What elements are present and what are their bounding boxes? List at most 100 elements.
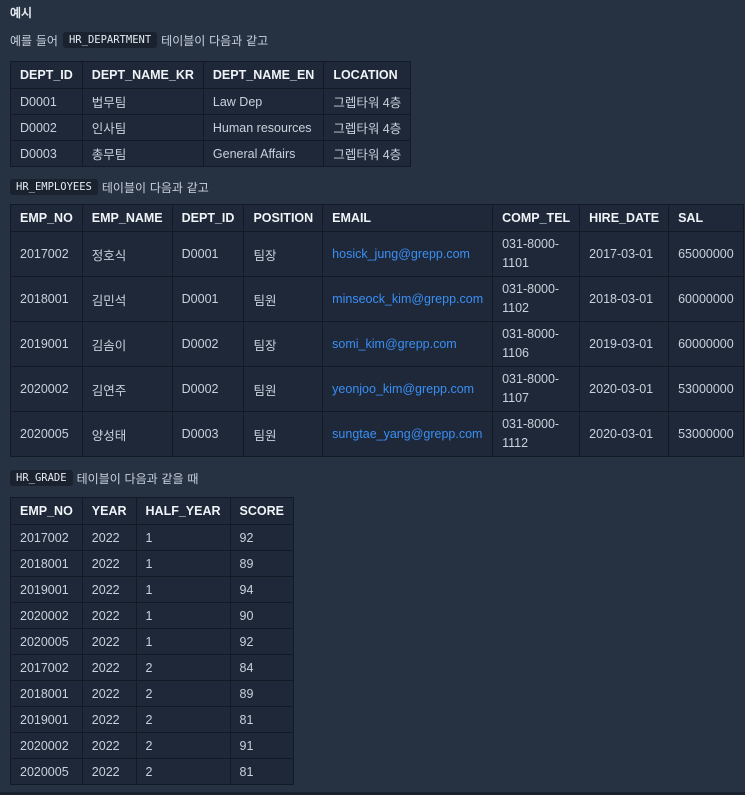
table-row: 2019001 김솜이 D0002 팀장 somi_kim@grepp.com 031-8… bbox=[10, 321, 744, 367]
emp-cell: D0001 bbox=[171, 231, 245, 277]
table-row: 2018001 2022 1 89 bbox=[10, 550, 295, 577]
emp-cell: 정호식 bbox=[81, 231, 173, 277]
dept-cell: 그렙타워 4층 bbox=[323, 88, 412, 115]
dept-cell: 인사팀 bbox=[81, 114, 204, 141]
grade-cell: 2018001 bbox=[10, 550, 83, 577]
emp-header-cell: EMP_NO bbox=[10, 204, 83, 232]
grade-cell: 1 bbox=[135, 524, 231, 551]
email-link[interactable]: yeonjoo_kim@grepp.com bbox=[332, 382, 474, 396]
grade-cell: 2018001 bbox=[10, 680, 83, 707]
grade-cell: 81 bbox=[229, 758, 295, 785]
dept-header-cell: DEPT_NAME_KR bbox=[81, 61, 204, 89]
grade-header-cell: SCORE bbox=[229, 497, 295, 525]
dept-header-cell: DEPT_ID bbox=[10, 61, 83, 89]
emp-cell: 65000000 bbox=[668, 231, 744, 277]
example-heading: 예시 bbox=[10, 6, 33, 20]
emp-cell: 60000000 bbox=[668, 321, 744, 367]
grade-cell: 2019001 bbox=[10, 576, 83, 603]
emp-cell: 2018-03-01 bbox=[579, 276, 670, 322]
grade-cell: 2020005 bbox=[10, 758, 83, 785]
emp-header-cell: HIRE_DATE bbox=[579, 204, 670, 232]
grade-cell: 89 bbox=[229, 550, 295, 577]
emp-cell: 양성태 bbox=[81, 411, 173, 457]
emp-table-code: HR_EMPLOYEES bbox=[10, 179, 98, 195]
grade-header-cell: YEAR bbox=[81, 497, 137, 525]
dept-cell: General Affairs bbox=[202, 140, 325, 167]
emp-cell: 2017-03-01 bbox=[579, 231, 670, 277]
email-link[interactable]: hosick_jung@grepp.com bbox=[332, 247, 470, 261]
grade-cell: 1 bbox=[135, 550, 231, 577]
table-row: 2019001 2022 2 81 bbox=[10, 706, 295, 733]
grade-cell: 2022 bbox=[81, 628, 137, 655]
dept-table: DEPT_ID DEPT_NAME_KR DEPT_NAME_EN LOCATION … bbox=[10, 61, 412, 167]
emp-header-cell: COMP_TEL bbox=[492, 204, 581, 232]
emp-cell: 2020005 bbox=[10, 411, 83, 457]
grade-cell: 2 bbox=[135, 680, 231, 707]
emp-cell: D0003 bbox=[171, 411, 245, 457]
dept-table-header-row: DEPT_ID DEPT_NAME_KR DEPT_NAME_EN LOCATION bbox=[10, 61, 412, 89]
table-row: 2020002 2022 1 90 bbox=[10, 602, 295, 629]
grade-table-code: HR_GRADE bbox=[10, 470, 73, 486]
table-row: 2020002 2022 2 91 bbox=[10, 732, 295, 759]
emp-cell: D0001 bbox=[171, 276, 245, 322]
grade-cell: 81 bbox=[229, 706, 295, 733]
emp-cell: D0002 bbox=[171, 366, 245, 412]
table-row: 2018001 김민석 D0001 팀원 minseock_kim@grepp.com 0… bbox=[10, 276, 744, 322]
emp-cell: 031-8000-1107 bbox=[492, 366, 581, 412]
emp-cell: 031-8000-1102 bbox=[492, 276, 581, 322]
grade-cell: 92 bbox=[229, 524, 295, 551]
emp-table-header-row: EMP_NO EMP_NAME DEPT_ID POSITION EMAIL COMP_T… bbox=[10, 204, 744, 232]
emp-cell: 2020-03-01 bbox=[579, 366, 670, 412]
emp-cell: minseock_kim@grepp.com bbox=[322, 276, 494, 322]
grade-cell: 2 bbox=[135, 732, 231, 759]
grade-cell: 2 bbox=[135, 654, 231, 681]
emp-intro-suffix: 테이블이 다음과 같고 bbox=[101, 180, 209, 195]
email-link[interactable]: minseock_kim@grepp.com bbox=[332, 292, 483, 306]
emp-cell: 2020002 bbox=[10, 366, 83, 412]
grade-cell: 2019001 bbox=[10, 706, 83, 733]
grade-header-cell: HALF_YEAR bbox=[135, 497, 231, 525]
grade-cell: 2022 bbox=[81, 680, 137, 707]
dept-cell: 그렙타워 4층 bbox=[323, 114, 412, 141]
grade-cell: 1 bbox=[135, 628, 231, 655]
emp-header-cell: EMAIL bbox=[322, 204, 494, 232]
emp-cell: 53000000 bbox=[668, 366, 744, 412]
grade-cell: 2 bbox=[135, 706, 231, 733]
dept-cell: Law Dep bbox=[202, 88, 325, 115]
grade-cell: 2020005 bbox=[10, 628, 83, 655]
emp-cell: 2020-03-01 bbox=[579, 411, 670, 457]
dept-intro-suffix: 테이블이 다음과 같고 bbox=[161, 33, 269, 48]
emp-cell: D0002 bbox=[171, 321, 245, 367]
dept-table-code: HR_DEPARTMENT bbox=[62, 32, 158, 48]
table-row: 2020005 양성태 D0003 팀원 sungtae_yang@grepp.com 0… bbox=[10, 411, 744, 457]
grade-cell: 2022 bbox=[81, 550, 137, 577]
email-link[interactable]: sungtae_yang@grepp.com bbox=[332, 427, 482, 441]
grade-cell: 2 bbox=[135, 758, 231, 785]
emp-cell: 김솜이 bbox=[81, 321, 173, 367]
table-row: D0003 총무팀 General Affairs 그렙타워 4층 bbox=[10, 140, 412, 167]
dept-cell: 그렙타워 4층 bbox=[323, 140, 412, 167]
emp-cell: 60000000 bbox=[668, 276, 744, 322]
grade-cell: 2020002 bbox=[10, 732, 83, 759]
grade-cell: 1 bbox=[135, 602, 231, 629]
grade-cell: 2022 bbox=[81, 706, 137, 733]
table-row: D0001 법무팀 Law Dep 그렙타워 4층 bbox=[10, 88, 412, 115]
email-link[interactable]: somi_kim@grepp.com bbox=[332, 337, 457, 351]
emp-cell: sungtae_yang@grepp.com bbox=[322, 411, 494, 457]
dept-intro-prefix: 예를 들어 bbox=[10, 33, 58, 48]
grade-cell: 84 bbox=[229, 654, 295, 681]
grade-cell: 2022 bbox=[81, 732, 137, 759]
table-row: 2020005 2022 1 92 bbox=[10, 628, 295, 655]
emp-cell: 팀원 bbox=[243, 366, 324, 412]
dept-header-cell: DEPT_NAME_EN bbox=[202, 61, 325, 89]
table-row: 2017002 2022 2 84 bbox=[10, 654, 295, 681]
grade-cell: 2022 bbox=[81, 576, 137, 603]
grade-cell: 94 bbox=[229, 576, 295, 603]
emp-cell: 2019001 bbox=[10, 321, 83, 367]
emp-cell: 팀장 bbox=[243, 231, 324, 277]
grade-header-cell: EMP_NO bbox=[10, 497, 83, 525]
grade-table-body: 2017002 2022 1 92 2018001 2022 1 89 2019001 2022 1… bbox=[10, 524, 295, 785]
emp-cell: 2017002 bbox=[10, 231, 83, 277]
grade-cell: 92 bbox=[229, 628, 295, 655]
emp-cell: 031-8000-1106 bbox=[492, 321, 581, 367]
